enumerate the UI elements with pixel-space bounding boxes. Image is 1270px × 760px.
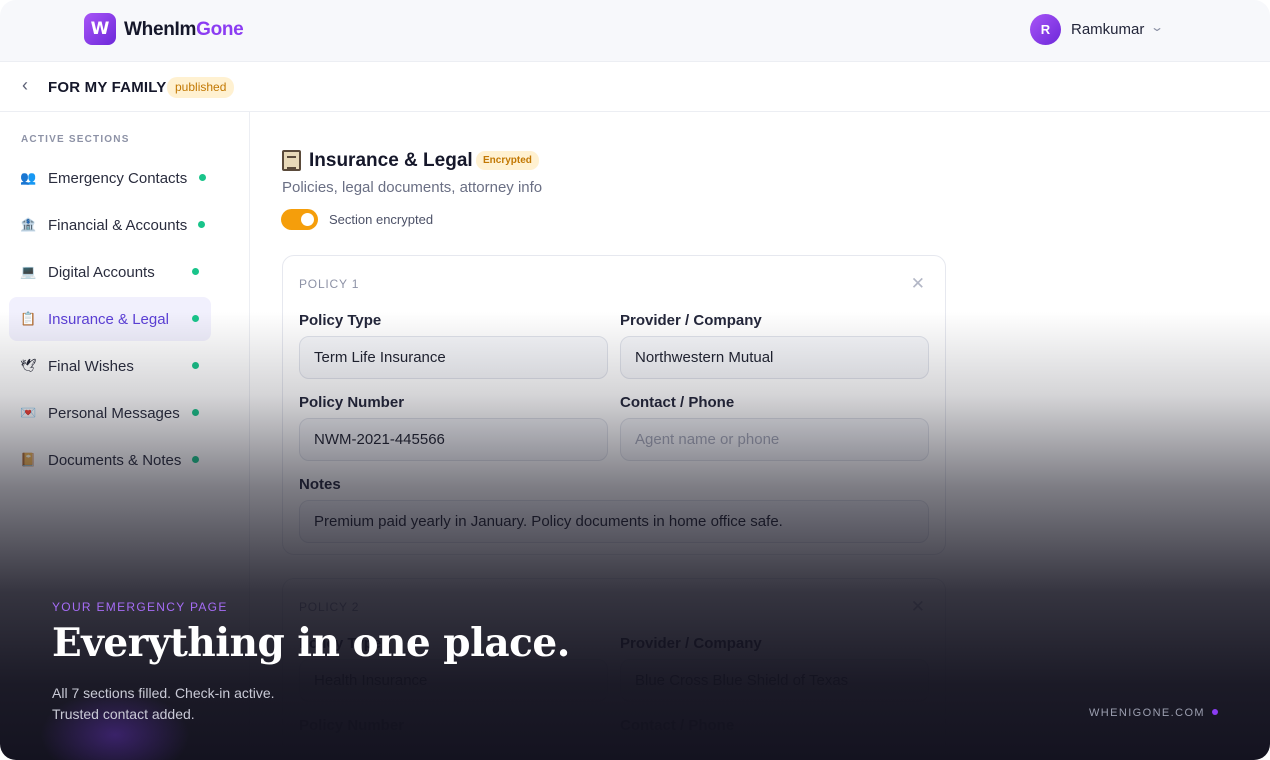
close-icon[interactable]: ✕: [911, 597, 925, 617]
sidebar-item-emergency-contacts[interactable]: 👥 Emergency Contacts: [9, 156, 211, 200]
provider-input[interactable]: [620, 336, 929, 379]
complete-dot: [198, 221, 205, 228]
section-subtitle: Policies, legal documents, attorney info: [282, 179, 543, 196]
status-badge: published: [167, 77, 235, 98]
section-title: Insurance & Legal: [309, 150, 473, 171]
notes-input[interactable]: [299, 500, 929, 543]
policy-type-label: Policy Type: [299, 312, 382, 329]
policy-number-input[interactable]: [299, 418, 608, 461]
laptop-icon: 💻: [20, 264, 37, 279]
bank-icon: 🏦: [20, 217, 37, 232]
chevron-down-icon[interactable]: ⌄: [1150, 20, 1164, 34]
complete-dot: [192, 315, 199, 322]
complete-dot: [199, 174, 206, 181]
top-bar: W WhenImGone R Ramkumar ⌄: [0, 0, 1270, 62]
policy-heading: POLICY 1: [299, 277, 360, 291]
provider-label: Provider / Company: [620, 312, 762, 329]
back-arrow-icon[interactable]: ‹: [22, 75, 28, 96]
provider-input[interactable]: [620, 659, 929, 702]
policy-type-input[interactable]: [299, 336, 608, 379]
page-header: ‹ FOR MY FAMILY published: [0, 62, 1270, 112]
accent-dot: [1212, 709, 1218, 715]
clipboard-icon: 📋: [20, 311, 37, 326]
notes-label: Notes: [299, 476, 341, 493]
sidebar-item-final-wishes[interactable]: 🕊 Final Wishes: [9, 344, 211, 388]
app-window: W WhenImGone R Ramkumar ⌄ ‹ FOR MY FAMIL…: [0, 0, 1270, 760]
promo-headline: Everything in one place.: [52, 620, 570, 666]
sidebar-item-documents-notes[interactable]: 📔 Documents & Notes: [9, 438, 211, 482]
provider-label: Provider / Company: [620, 635, 762, 652]
complete-dot: [192, 409, 199, 416]
sidebar-item-insurance-legal[interactable]: 📋 Insurance & Legal: [9, 297, 211, 341]
policy-card-2: POLICY 2 ✕ Policy Type Provider / Compan…: [282, 578, 946, 760]
contact-label: Contact / Phone: [620, 717, 735, 734]
promo-eyebrow: YOUR EMERGENCY PAGE: [52, 600, 228, 614]
encryption-toggle[interactable]: [281, 209, 318, 230]
sidebar-item-personal-messages[interactable]: 💌 Personal Messages: [9, 391, 211, 435]
promo-line-2: Trusted contact added.: [52, 706, 195, 722]
notebook-icon: 📔: [20, 452, 37, 467]
promo-site-url: WHENIGONE.COM: [1089, 707, 1205, 719]
complete-dot: [192, 268, 199, 275]
complete-dot: [192, 456, 199, 463]
contact-label: Contact / Phone: [620, 394, 735, 411]
toggle-label: Section encrypted: [329, 212, 434, 227]
policy-number-label: Policy Number: [299, 394, 405, 411]
contact-input[interactable]: [620, 418, 929, 461]
sidebar-item-financial-accounts[interactable]: 🏦 Financial & Accounts: [9, 203, 211, 247]
logo-icon[interactable]: W: [84, 13, 116, 45]
heart-letter-icon: 💌: [20, 405, 37, 420]
policy-heading: POLICY 2: [299, 600, 360, 614]
brand-name[interactable]: WhenImGone: [124, 19, 244, 41]
dove-icon: 🕊: [20, 358, 37, 373]
sidebar-item-digital-accounts[interactable]: 💻 Digital Accounts: [9, 250, 211, 294]
user-name[interactable]: Ramkumar: [1071, 21, 1144, 38]
people-icon: 👥: [20, 170, 37, 185]
encrypted-badge: Encrypted: [476, 151, 539, 170]
clipboard-icon: [282, 150, 301, 171]
policy-card-1: POLICY 1 ✕ Policy Type Provider / Compan…: [282, 255, 946, 555]
sidebar-heading: ACTIVE SECTIONS: [21, 134, 130, 145]
complete-dot: [192, 362, 199, 369]
policy-number-label: Policy Number: [299, 717, 405, 734]
user-avatar[interactable]: R: [1030, 14, 1061, 45]
promo-line-1: All 7 sections filled. Check-in active.: [52, 685, 275, 701]
close-icon[interactable]: ✕: [911, 274, 925, 294]
page-title: FOR MY FAMILY: [48, 79, 167, 96]
